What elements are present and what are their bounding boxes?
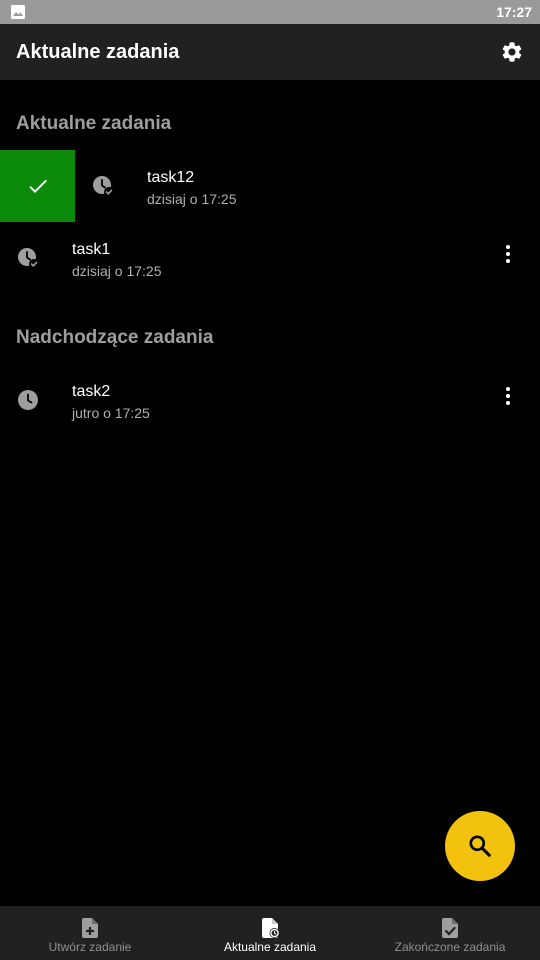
task-row[interactable]: task1 dzisiaj o 17:25 <box>0 222 540 294</box>
nav-current-tasks[interactable]: Aktualne zadania <box>180 906 360 960</box>
nav-completed-tasks[interactable]: Zakończone zadania <box>360 906 540 960</box>
search-fab-button[interactable] <box>445 811 515 881</box>
search-icon <box>469 835 491 857</box>
status-clock: 17:27 <box>496 4 532 20</box>
section-header-current: Aktualne zadania <box>16 113 172 134</box>
task-title: task2 <box>72 383 111 400</box>
more-options-icon[interactable] <box>496 384 520 408</box>
file-check-icon <box>442 918 458 938</box>
image-notification-icon <box>11 5 25 19</box>
settings-gear-icon[interactable] <box>500 40 524 64</box>
file-add-icon <box>82 918 98 938</box>
check-icon <box>28 179 47 193</box>
file-clock-icon <box>262 918 280 938</box>
task-title: task1 <box>72 241 111 258</box>
nav-create-task[interactable]: Utwórz zadanie <box>0 906 180 960</box>
clock-check-icon <box>18 248 39 269</box>
page-title: Aktualne zadania <box>16 41 180 63</box>
status-bar: 17:27 <box>0 0 540 24</box>
nav-label: Aktualne zadania <box>223 940 317 954</box>
task-subtitle: dzisiaj o 17:25 <box>147 191 237 207</box>
app-bar: Aktualne zadania <box>0 24 540 80</box>
bottom-navigation: Utwórz zadanie Aktualne zadania Zakończo… <box>0 906 540 960</box>
clock-check-icon <box>93 176 114 197</box>
task-row[interactable]: task2 jutro o 17:25 <box>0 364 540 436</box>
section-header-upcoming: Nadchodzące zadania <box>16 327 214 348</box>
task-row-swiped[interactable]: task12 dzisiaj o 17:25 <box>0 150 540 222</box>
clock-icon <box>18 390 38 410</box>
nav-label: Zakończone zadania <box>394 940 506 954</box>
more-options-icon[interactable] <box>496 242 520 266</box>
complete-swipe-action[interactable] <box>0 150 75 222</box>
nav-label: Utwórz zadanie <box>48 940 132 954</box>
task-subtitle: dzisiaj o 17:25 <box>72 263 162 279</box>
task-subtitle: jutro o 17:25 <box>72 405 150 421</box>
task-title: task12 <box>147 169 195 186</box>
